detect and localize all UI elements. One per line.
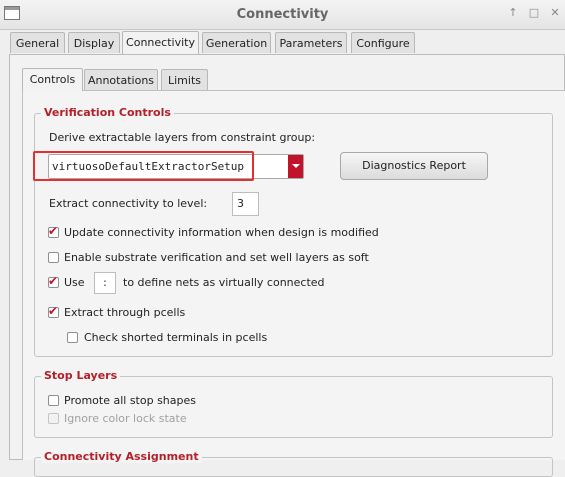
use-suffix-label: to define nets as virtually connected [123, 276, 325, 289]
tab-display[interactable]: Display [68, 32, 120, 53]
stop-layers-title: Stop Layers [41, 369, 121, 382]
maximize-icon[interactable]: □ [527, 6, 541, 20]
extract-pcells-label: Extract through pcells [64, 306, 186, 319]
shorted-terminals-label: Check shorted terminals in pcells [84, 331, 268, 344]
verification-controls-title: Verification Controls [41, 106, 174, 119]
stop-layers-group [34, 376, 553, 438]
derive-layers-label: Derive extractable layers from constrain… [49, 131, 316, 144]
tab-generation[interactable]: Generation [202, 32, 271, 53]
tab-general[interactable]: General [10, 32, 65, 53]
diagnostics-report-button[interactable]: Diagnostics Report [340, 152, 488, 180]
tab-parameters[interactable]: Parameters [275, 32, 347, 53]
ignore-color-lock-checkbox[interactable] [48, 413, 59, 424]
tab-annotations[interactable]: Annotations [84, 69, 158, 90]
chevron-down-icon[interactable] [288, 155, 303, 178]
window-title: Connectivity [236, 7, 329, 22]
update-connectivity-label: Update connectivity information when des… [64, 226, 379, 239]
tab-configure[interactable]: Configure [351, 32, 415, 53]
promote-stop-shapes-checkbox[interactable] [48, 395, 59, 406]
extract-level-label: Extract connectivity to level: [49, 197, 208, 210]
minimize-icon[interactable]: ↑ [506, 6, 520, 20]
tab-connectivity[interactable]: Connectivity [122, 31, 199, 54]
use-label: Use [64, 276, 85, 289]
connectivity-assignment-title: Connectivity Assignment [41, 450, 202, 463]
title-bar: Connectivity ↑ □ ✕ [0, 0, 565, 30]
shorted-terminals-checkbox[interactable] [67, 332, 78, 343]
ignore-color-lock-label: Ignore color lock state [64, 412, 187, 425]
highlight-box [33, 151, 254, 181]
virtual-connect-char-input[interactable]: : [94, 272, 116, 294]
tab-controls[interactable]: Controls [22, 68, 83, 91]
virtual-connect-checkbox[interactable] [48, 274, 59, 288]
tab-limits[interactable]: Limits [161, 69, 208, 90]
close-icon[interactable]: ✕ [548, 6, 562, 20]
substrate-verification-label: Enable substrate verification and set we… [64, 251, 369, 264]
extract-level-input[interactable]: 3 [232, 192, 259, 216]
substrate-verification-checkbox[interactable] [48, 252, 59, 263]
extract-pcells-checkbox[interactable] [48, 304, 59, 318]
update-connectivity-checkbox[interactable] [48, 224, 59, 238]
promote-stop-shapes-label: Promote all stop shapes [64, 394, 196, 407]
